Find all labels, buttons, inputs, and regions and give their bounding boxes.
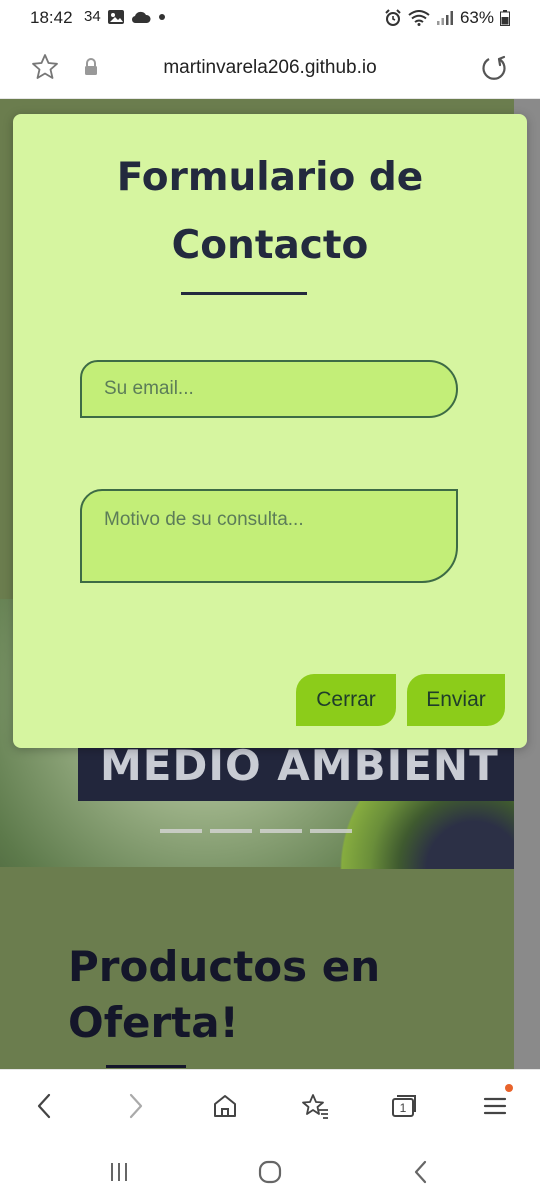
consult-field[interactable]: [80, 489, 458, 583]
email-field[interactable]: [80, 360, 458, 418]
status-extra: 34: [84, 8, 101, 25]
carousel-indicators[interactable]: [160, 829, 352, 833]
home-nav-icon[interactable]: [253, 1159, 287, 1185]
contact-form-modal: Formulario de Contacto Cerrar Enviar: [13, 114, 527, 748]
section-title-offers: Productos en Oferta!: [68, 939, 380, 1051]
browser-url-bar: martinvarela206.github.io: [0, 38, 540, 99]
close-button[interactable]: Cerrar: [296, 674, 396, 726]
modal-title-line1: Formulario de: [116, 155, 424, 200]
title-underline: [181, 292, 307, 295]
dot-icon: [158, 13, 165, 20]
browser-toolbar: 1: [0, 1069, 540, 1140]
signal-icon: [436, 11, 453, 25]
modal-title: Formulario de Contacto: [13, 144, 527, 280]
alarm-icon: [385, 9, 401, 26]
section-title-underline: [106, 1065, 186, 1068]
wifi-icon: [408, 10, 430, 26]
send-button[interactable]: Enviar: [407, 674, 505, 726]
section-title-line2: Oferta!: [68, 998, 239, 1047]
status-right-icons: 63%: [384, 8, 510, 28]
back-nav-icon[interactable]: [404, 1159, 438, 1185]
carousel-dot[interactable]: [160, 829, 202, 833]
carousel-dot[interactable]: [210, 829, 252, 833]
notification-dot: [505, 1084, 513, 1092]
battery-percent: 63%: [459, 8, 494, 27]
home-icon[interactable]: [207, 1088, 243, 1124]
battery-icon: [500, 10, 510, 26]
android-nav-bar: [0, 1139, 540, 1204]
hero-banner-text: MEDIO AMBIENT: [100, 741, 499, 790]
status-left-icons: 34: [84, 8, 167, 25]
bookmarks-icon[interactable]: [297, 1088, 333, 1124]
carousel-dot[interactable]: [260, 829, 302, 833]
tabs-icon[interactable]: 1: [386, 1088, 422, 1124]
section-title-line1: Productos en: [68, 942, 381, 991]
tabs-count: 1: [400, 1101, 407, 1115]
carousel-dot[interactable]: [310, 829, 352, 833]
status-time: 18:42: [30, 8, 73, 27]
menu-icon[interactable]: [477, 1084, 513, 1124]
status-bar: 18:42 34 63%: [0, 0, 540, 38]
image-icon: [107, 9, 124, 24]
forward-icon[interactable]: [118, 1088, 154, 1124]
recent-apps-icon[interactable]: [102, 1159, 136, 1185]
url-text[interactable]: martinvarela206.github.io: [0, 57, 540, 79]
cloud-icon: [131, 11, 151, 23]
back-icon[interactable]: [26, 1088, 62, 1124]
reload-icon[interactable]: [480, 54, 508, 87]
modal-title-line2: Contacto: [171, 223, 369, 268]
